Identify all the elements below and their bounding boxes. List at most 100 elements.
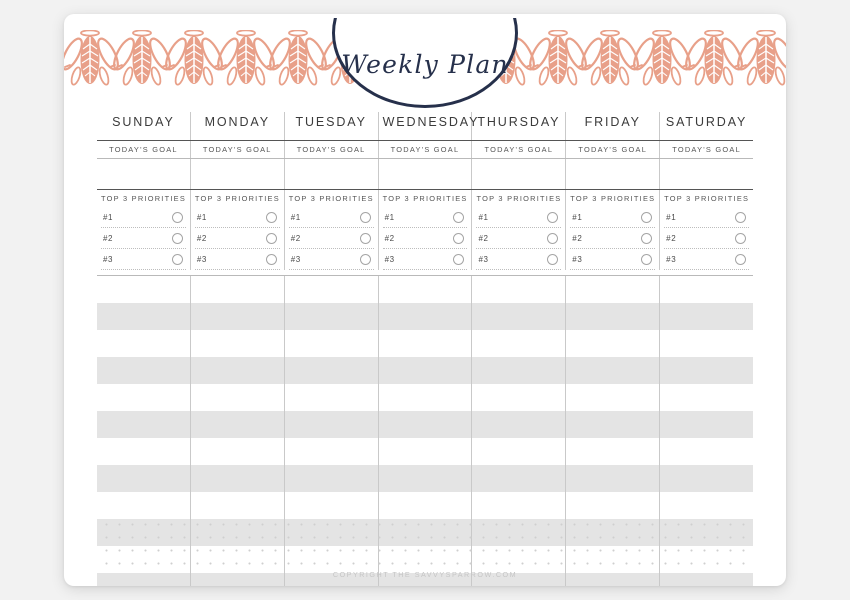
schedule-row[interactable] [97,357,753,384]
day-name: THURSDAY [477,115,561,129]
checkbox-circle-icon[interactable] [171,233,183,244]
priority-item[interactable]: #2 [664,228,750,249]
priority-item[interactable]: #3 [476,249,562,270]
schedule-row[interactable] [97,411,753,438]
priority-item[interactable]: #1 [288,207,374,228]
checkbox-circle-icon[interactable] [359,254,371,265]
checkbox-circle-icon[interactable] [453,254,465,265]
checkbox-circle-icon[interactable] [735,212,747,223]
priority-number: #1 [666,213,677,222]
checkbox-circle-icon[interactable] [547,212,559,223]
copyright-footer: COPYRIGHT THE SAVVYSPARROW.COM [332,570,518,579]
day-column-thursday: THURSDAY [472,112,567,140]
goal-entry-thursday[interactable] [472,159,567,189]
dot-grid-notes-area[interactable] [97,514,753,566]
checkbox-circle-icon[interactable] [547,233,559,244]
goal-entry-tuesday[interactable] [285,159,379,189]
priority-number: #3 [384,255,395,264]
priority-item[interactable]: #2 [476,228,562,249]
priority-item[interactable]: #1 [194,207,280,228]
checkbox-circle-icon[interactable] [547,254,559,265]
priority-item[interactable]: #2 [101,228,186,249]
priorities-cell-sunday: TOP 3 PRIORITIES #1 #2 #3 [97,190,191,270]
priorities-label: TOP 3 PRIORITIES [476,194,562,203]
priority-number: #3 [666,255,677,264]
checkbox-circle-icon[interactable] [265,233,277,244]
priority-item[interactable]: #2 [382,228,468,249]
checkbox-circle-icon[interactable] [453,233,465,244]
priority-number: #2 [478,234,489,243]
priorities-label: TOP 3 PRIORITIES [570,194,656,203]
checkbox-circle-icon[interactable] [265,254,277,265]
planner-page: Weekly Plan SUNDAY MONDAY TUESDAY WEDNES… [64,14,786,586]
goal-entry-saturday[interactable] [660,159,753,189]
checkbox-circle-icon[interactable] [265,212,277,223]
priority-item[interactable]: #1 [664,207,750,228]
checkbox-circle-icon[interactable] [735,254,747,265]
priorities-cell-friday: TOP 3 PRIORITIES #1 #2 #3 [566,190,661,270]
day-name: WEDNESDAY [382,115,480,129]
day-column-saturday: SATURDAY [660,112,753,140]
priorities-cell-monday: TOP 3 PRIORITIES #1 #2 #3 [191,190,285,270]
checkbox-circle-icon[interactable] [171,254,183,265]
priority-item[interactable]: #1 [101,207,186,228]
checkbox-circle-icon[interactable] [453,212,465,223]
priorities-cell-tuesday: TOP 3 PRIORITIES #1 #2 #3 [285,190,379,270]
goal-cell-friday: TODAY'S GOAL [566,141,661,158]
checkbox-circle-icon[interactable] [641,233,653,244]
checkbox-circle-icon[interactable] [641,212,653,223]
goal-cell-monday: TODAY'S GOAL [191,141,285,158]
schedule-row[interactable] [97,330,753,357]
goal-entry-sunday[interactable] [97,159,191,189]
priority-number: #3 [478,255,489,264]
schedule-row[interactable] [97,438,753,465]
priority-item[interactable]: #1 [570,207,656,228]
priority-item[interactable]: #3 [288,249,374,270]
goal-label: TODAY'S GOAL [578,145,648,154]
priority-item[interactable]: #1 [476,207,562,228]
goal-label: TODAY'S GOAL [296,145,366,154]
day-column-friday: FRIDAY [566,112,661,140]
day-column-tuesday: TUESDAY [285,112,379,140]
schedule-row[interactable] [97,384,753,411]
goal-entry-friday[interactable] [566,159,661,189]
priority-item[interactable]: #3 [382,249,468,270]
priorities-label: TOP 3 PRIORITIES [194,194,280,203]
priority-item[interactable]: #2 [194,228,280,249]
priority-item[interactable]: #1 [382,207,468,228]
goal-label: TODAY'S GOAL [202,145,272,154]
priority-item[interactable]: #3 [570,249,656,270]
goal-label-row: TODAY'S GOAL TODAY'S GOAL TODAY'S GOAL T… [97,141,753,158]
priority-item[interactable]: #3 [664,249,750,270]
day-name: TUESDAY [295,115,367,129]
priorities-label: TOP 3 PRIORITIES [101,194,187,203]
day-name: SUNDAY [112,115,175,129]
priority-number: #2 [666,234,677,243]
priority-number: #1 [103,213,114,222]
schedule-row[interactable] [97,276,753,303]
schedule-row[interactable] [97,303,753,330]
goal-entry-monday[interactable] [191,159,285,189]
day-name: MONDAY [204,115,270,129]
day-column-monday: MONDAY [191,112,285,140]
goal-label: TODAY'S GOAL [390,145,460,154]
goal-label: TODAY'S GOAL [109,145,178,154]
checkbox-circle-icon[interactable] [735,233,747,244]
schedule-row[interactable] [97,465,753,492]
day-name: FRIDAY [584,115,641,129]
goal-cell-wednesday: TODAY'S GOAL [379,141,473,158]
checkbox-circle-icon[interactable] [641,254,653,265]
priority-item[interactable]: #2 [570,228,656,249]
priority-item[interactable]: #3 [101,249,186,270]
priority-number: #1 [384,213,395,222]
priority-item[interactable]: #2 [288,228,374,249]
priority-item[interactable]: #3 [194,249,280,270]
goal-entry-wednesday[interactable] [379,159,473,189]
priority-number: #2 [572,234,583,243]
checkbox-circle-icon[interactable] [359,233,371,244]
priorities-row: TOP 3 PRIORITIES #1 #2 #3 TOP 3 PRIORITI… [97,190,753,270]
priority-number: #1 [196,213,207,222]
checkbox-circle-icon[interactable] [171,212,183,223]
arc-mask [325,14,525,18]
checkbox-circle-icon[interactable] [359,212,371,223]
